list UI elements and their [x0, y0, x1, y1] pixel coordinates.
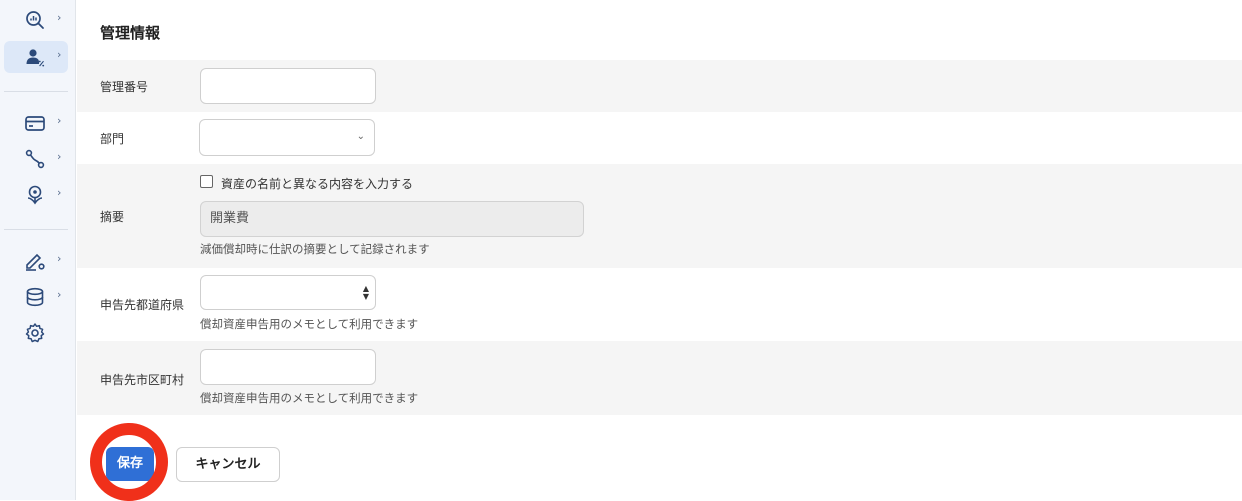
- summary-help-text: 減価償却時に仕訳の摘要として記録されます: [200, 242, 430, 256]
- chevron-right-icon: ›: [57, 114, 62, 127]
- field-label: 申告先市区町村: [100, 373, 185, 387]
- checkbox-label[interactable]: 資産の名前と異なる内容を入力する: [221, 175, 413, 192]
- nav-item-assets[interactable]: ›: [4, 41, 68, 73]
- settings-gear-icon: [25, 323, 45, 343]
- city-input[interactable]: [200, 349, 376, 385]
- route-icon: [25, 149, 45, 169]
- main-content: 管理情報 管理番号 部門 ⌄ 摘要 資産の名前と異なる内容を入力する 開業費 減…: [77, 0, 1242, 501]
- summary-field: 開業費: [200, 201, 584, 237]
- department-row: 部門 ⌄: [77, 112, 1242, 164]
- prefecture-row: 申告先都道府県 ▲ ▼ 償却資産申告用のメモとして利用できます: [77, 268, 1242, 341]
- sign-gear-icon: [26, 253, 45, 271]
- chevron-right-icon: ›: [57, 150, 62, 163]
- management-number-row: 管理番号: [77, 60, 1242, 112]
- nav-item-data[interactable]: ›: [4, 281, 68, 313]
- section-title: 管理情報: [100, 24, 161, 42]
- nav-item-workflow[interactable]: ›: [4, 143, 68, 175]
- chevron-down-icon: ⌄: [356, 131, 365, 142]
- nav-item-certification[interactable]: ›: [4, 179, 68, 211]
- nav-item-payments[interactable]: ›: [4, 107, 68, 139]
- cancel-button[interactable]: キャンセル: [176, 447, 280, 482]
- plant-badge-icon: [27, 185, 43, 205]
- nav-item-analytics[interactable]: ›: [4, 4, 68, 36]
- chevron-right-icon: ›: [57, 288, 62, 301]
- prefecture-select[interactable]: ▲ ▼: [200, 275, 376, 310]
- database-icon: [26, 287, 44, 307]
- click-highlight-ring: [90, 423, 168, 501]
- prefecture-help-text: 償却資産申告用のメモとして利用できます: [200, 317, 419, 331]
- sidebar: › › › › › › ›: [0, 0, 76, 500]
- analytics-search-icon: [26, 11, 44, 29]
- summary-row: 摘要 資産の名前と異なる内容を入力する 開業費 減価償却時に仕訳の摘要として記録…: [77, 164, 1242, 268]
- custom-summary-checkbox[interactable]: [200, 175, 213, 188]
- nav-item-signature[interactable]: ›: [4, 245, 68, 277]
- field-label: 管理番号: [100, 80, 149, 94]
- user-percent-icon: [26, 49, 45, 67]
- chevron-right-icon: ›: [57, 252, 62, 265]
- updown-arrows-icon: ▲ ▼: [362, 284, 369, 301]
- field-label: 申告先都道府県: [100, 298, 185, 312]
- field-label: 部門: [100, 132, 125, 146]
- chevron-right-icon: ›: [57, 48, 62, 61]
- department-select[interactable]: ⌄: [199, 119, 375, 156]
- chevron-right-icon: ›: [57, 186, 62, 199]
- nav-item-settings[interactable]: [4, 317, 68, 349]
- city-help-text: 償却資産申告用のメモとして利用できます: [200, 391, 419, 405]
- field-label: 摘要: [100, 210, 125, 224]
- credit-card-icon: [25, 116, 45, 131]
- sidebar-divider: [4, 229, 68, 230]
- city-row: 申告先市区町村 償却資産申告用のメモとして利用できます: [77, 341, 1242, 415]
- sidebar-divider: [4, 91, 68, 92]
- management-number-input[interactable]: [200, 68, 376, 104]
- chevron-right-icon: ›: [57, 11, 62, 24]
